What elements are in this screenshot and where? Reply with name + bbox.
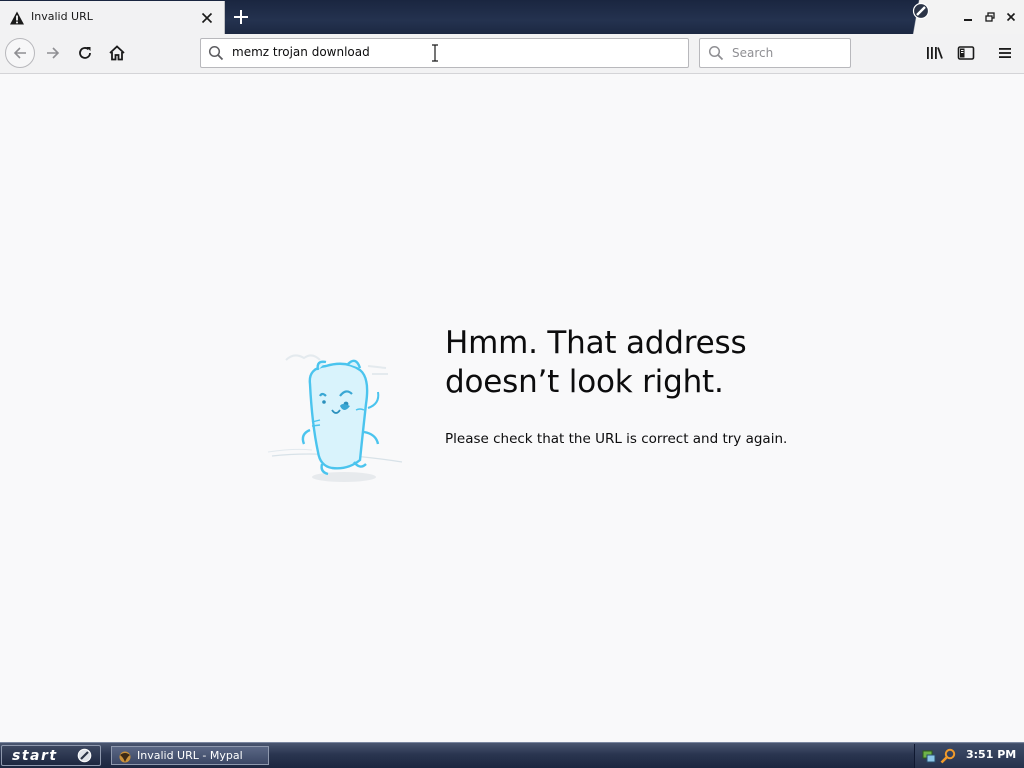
close-icon (1006, 12, 1016, 22)
taskbar-item-mypal[interactable]: Invalid URL - Mypal (111, 746, 269, 765)
search-bar[interactable]: Search (699, 38, 851, 68)
desktop-screen: Invalid URL memz trojan download Search … (0, 0, 1024, 768)
minimize-button[interactable] (958, 9, 978, 25)
error-page: Hmm. That address doesn’t look right. Pl… (0, 74, 1024, 742)
arrow-right-icon (47, 47, 60, 59)
restore-icon (985, 12, 995, 22)
confused-mascot-illustration (267, 354, 403, 482)
sidebar-button[interactable] (951, 38, 981, 68)
library-icon (927, 47, 943, 59)
tab-strip: Invalid URL (0, 0, 1024, 35)
plus-icon (234, 10, 248, 24)
search-input[interactable]: Search (732, 46, 773, 60)
text-cursor-icon (431, 44, 439, 66)
forward-button[interactable] (38, 38, 68, 68)
sidebar-icon (957, 46, 975, 60)
arrow-left-icon (13, 47, 26, 59)
start-label: start (12, 747, 58, 764)
start-button[interactable]: start (1, 745, 101, 766)
menu-icon (999, 48, 1011, 58)
url-input[interactable]: memz trojan download (232, 45, 370, 59)
new-tab-button[interactable] (229, 5, 253, 29)
home-button[interactable] (102, 38, 132, 68)
menu-button[interactable] (990, 38, 1020, 68)
home-icon (109, 45, 125, 61)
warning-icon (9, 10, 25, 26)
error-description: Please check that the URL is correct and… (445, 431, 788, 447)
system-tray: 3:51 PM (914, 744, 1024, 768)
url-bar[interactable]: memz trojan download (200, 38, 689, 68)
mypal-app-icon (118, 749, 132, 768)
library-button[interactable] (920, 38, 950, 68)
reload-button[interactable] (70, 38, 100, 68)
taskbar-item-label: Invalid URL - Mypal (137, 749, 243, 762)
reload-icon (79, 47, 91, 59)
close-tab-icon[interactable] (198, 9, 216, 27)
browser-tab[interactable]: Invalid URL (0, 1, 225, 34)
theme-logo-icon (912, 2, 930, 20)
clock: 3:51 PM (966, 748, 1017, 761)
back-button[interactable] (5, 38, 35, 68)
error-title: Hmm. That address doesn’t look right. (445, 325, 747, 400)
restore-button[interactable] (980, 9, 1000, 25)
start-orb-icon (77, 748, 92, 767)
search-icon[interactable] (939, 748, 957, 768)
taskbar: start Invalid URL - Mypal 3:51 PM (0, 742, 1024, 768)
close-window-button[interactable] (1001, 9, 1021, 25)
search-icon (208, 45, 224, 65)
minimize-icon (964, 19, 972, 21)
search-icon (708, 45, 724, 65)
network-icon[interactable] (921, 748, 937, 768)
navigation-toolbar: memz trojan download Search (0, 34, 1024, 74)
tab-title: Invalid URL (31, 10, 93, 23)
